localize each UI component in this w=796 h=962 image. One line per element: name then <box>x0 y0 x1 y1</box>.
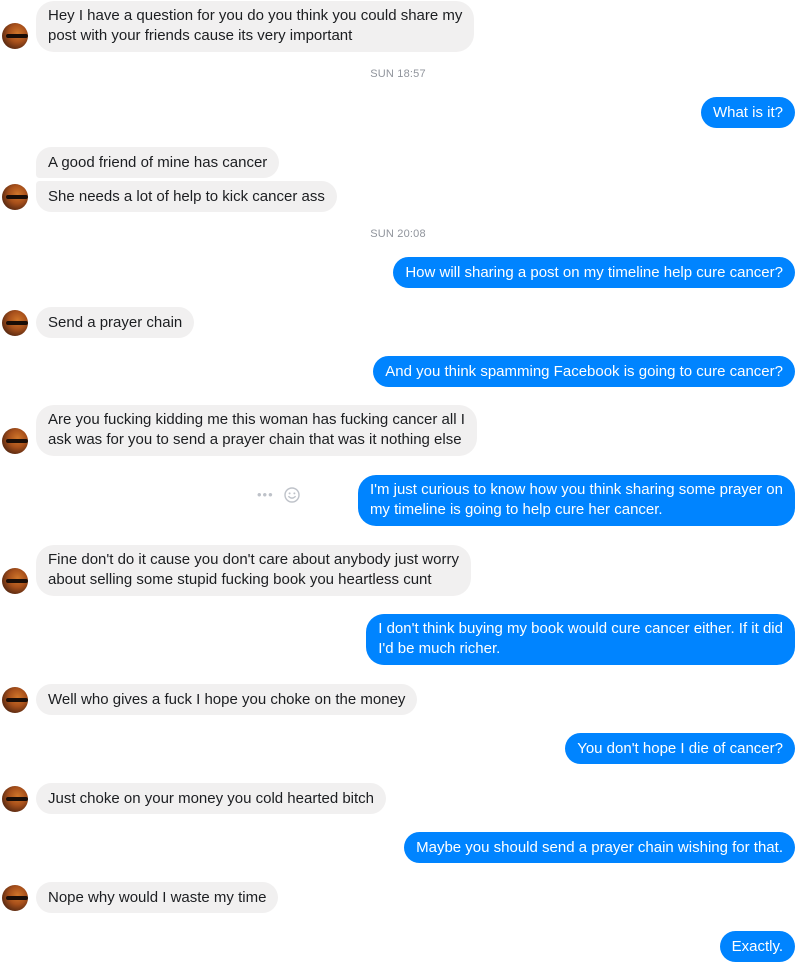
contact-avatar[interactable] <box>2 687 28 713</box>
incoming-message[interactable]: Are you fucking kidding me this woman ha… <box>36 405 477 456</box>
contact-avatar[interactable] <box>2 23 28 49</box>
timestamp: SUN 20:08 <box>370 228 426 240</box>
outgoing-message[interactable]: I don't think buying my book would cure … <box>366 614 795 665</box>
contact-avatar[interactable] <box>2 310 28 336</box>
outgoing-message[interactable]: You don't hope I die of cancer? <box>565 733 795 764</box>
ellipsis-icon[interactable]: ••• <box>257 488 274 501</box>
incoming-message[interactable]: A good friend of mine has cancer <box>36 147 280 178</box>
incoming-message[interactable]: Hey I have a question for you do you thi… <box>36 1 475 52</box>
incoming-message[interactable]: Nope why would I waste my time <box>36 882 279 913</box>
contact-avatar[interactable] <box>2 885 28 911</box>
outgoing-message[interactable]: I'm just curious to know how you think s… <box>357 475 795 526</box>
outgoing-message[interactable]: Maybe you should send a prayer chain wis… <box>404 832 795 863</box>
incoming-message[interactable]: Just choke on your money you cold hearte… <box>36 783 387 814</box>
incoming-message[interactable]: She needs a lot of help to kick cancer a… <box>36 181 337 212</box>
outgoing-message[interactable]: Exactly. <box>719 931 795 962</box>
contact-avatar[interactable] <box>2 568 28 594</box>
outgoing-message[interactable]: How will sharing a post on my timeline h… <box>393 257 795 288</box>
smiley-icon[interactable] <box>283 487 300 503</box>
timestamp: SUN 18:57 <box>370 68 426 80</box>
contact-avatar[interactable] <box>2 184 28 210</box>
message-thread: Hey I have a question for you do you thi… <box>0 0 796 962</box>
outgoing-message[interactable]: What is it? <box>700 97 795 128</box>
message-actions: ••• <box>257 487 300 503</box>
incoming-message[interactable]: Fine don't do it cause you don't care ab… <box>36 545 471 596</box>
incoming-message[interactable]: Well who gives a fuck I hope you choke o… <box>36 684 418 715</box>
incoming-message[interactable]: Send a prayer chain <box>36 307 195 338</box>
outgoing-message[interactable]: And you think spamming Facebook is going… <box>373 356 795 387</box>
contact-avatar[interactable] <box>2 428 28 454</box>
contact-avatar[interactable] <box>2 786 28 812</box>
